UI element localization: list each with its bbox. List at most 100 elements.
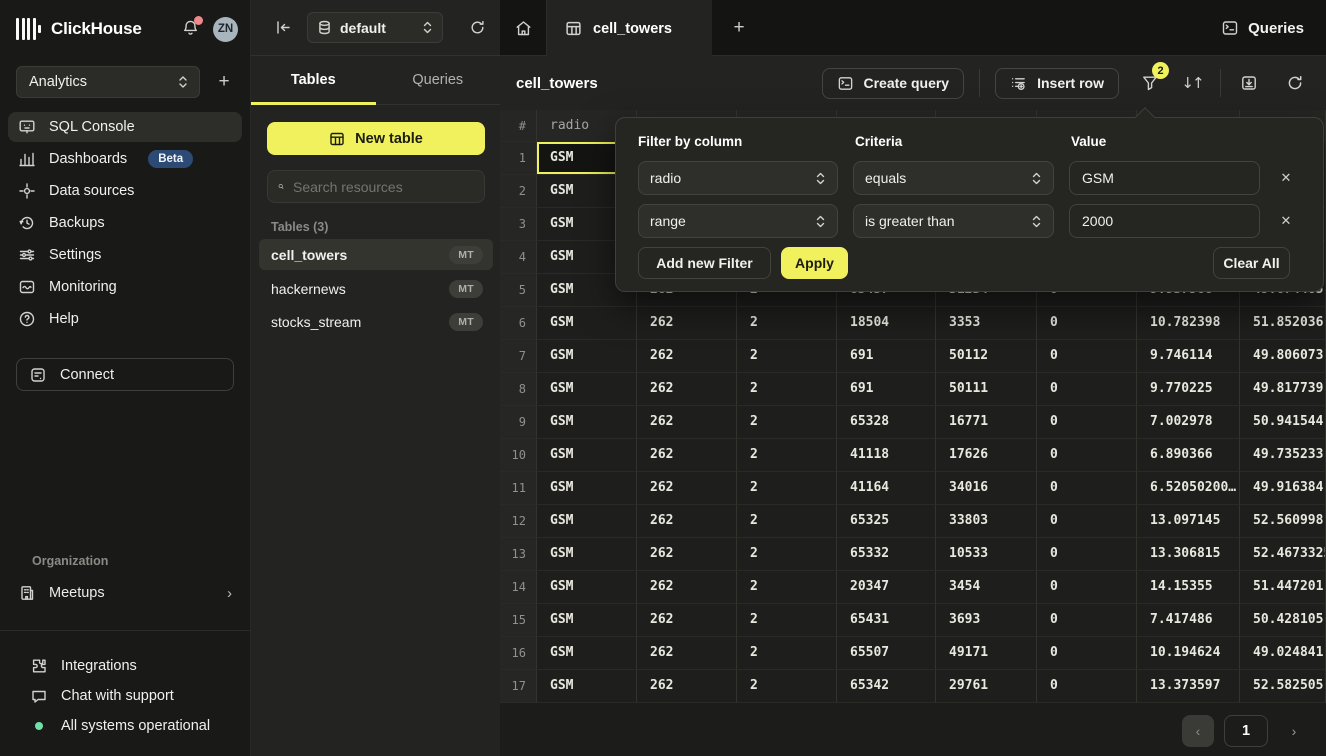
- table-cell[interactable]: GSM: [537, 340, 637, 373]
- table-cell[interactable]: 65431: [837, 604, 936, 637]
- table-cell[interactable]: 9.770225: [1137, 373, 1240, 406]
- table-cell[interactable]: 2: [737, 538, 837, 571]
- table-cell[interactable]: 262: [637, 373, 737, 406]
- database-select[interactable]: default: [307, 12, 443, 43]
- table-cell[interactable]: 2: [737, 571, 837, 604]
- table-cell[interactable]: 2: [737, 373, 837, 406]
- filter-button[interactable]: 2: [1137, 70, 1163, 96]
- table-cell[interactable]: 52.582505: [1240, 670, 1326, 703]
- table-list-item-cell-towers[interactable]: cell_towers MT: [259, 239, 493, 270]
- table-cell[interactable]: 3693: [936, 604, 1037, 637]
- table-cell[interactable]: 49.817739: [1240, 373, 1326, 406]
- table-cell[interactable]: 20347: [837, 571, 936, 604]
- table-cell[interactable]: 0: [1037, 340, 1137, 373]
- table-cell[interactable]: 262: [637, 472, 737, 505]
- table-cell[interactable]: 50.428105: [1240, 604, 1326, 637]
- table-cell[interactable]: 17626: [936, 439, 1037, 472]
- table-cell[interactable]: 2: [737, 637, 837, 670]
- table-cell[interactable]: 262: [637, 406, 737, 439]
- table-cell[interactable]: 50111: [936, 373, 1037, 406]
- table-cell[interactable]: 65507: [837, 637, 936, 670]
- table-cell[interactable]: 65332: [837, 538, 936, 571]
- add-filter-button[interactable]: Add new Filter: [638, 247, 771, 279]
- table-cell[interactable]: 691: [837, 340, 936, 373]
- table-cell[interactable]: 0: [1037, 637, 1137, 670]
- workspace-select[interactable]: Analytics: [16, 66, 200, 98]
- table-cell[interactable]: 262: [637, 538, 737, 571]
- table-cell[interactable]: GSM: [537, 571, 637, 604]
- table-cell[interactable]: 41164: [837, 472, 936, 505]
- home-button[interactable]: [500, 0, 547, 56]
- table-cell[interactable]: 14.15355: [1137, 571, 1240, 604]
- column-select[interactable]: range: [638, 204, 838, 238]
- table-cell[interactable]: 13.306815: [1137, 538, 1240, 571]
- sidebar-item-integrations[interactable]: Integrations: [30, 652, 242, 680]
- table-cell[interactable]: GSM: [537, 505, 637, 538]
- sidebar-item-settings[interactable]: Settings: [8, 240, 242, 270]
- table-cell[interactable]: 49171: [936, 637, 1037, 670]
- table-cell[interactable]: 13.097145: [1137, 505, 1240, 538]
- clear-all-button[interactable]: Clear All: [1213, 247, 1290, 279]
- table-cell[interactable]: GSM: [537, 406, 637, 439]
- table-cell[interactable]: 262: [637, 340, 737, 373]
- table-cell[interactable]: 7.002978: [1137, 406, 1240, 439]
- table-cell[interactable]: 9.746114: [1137, 340, 1240, 373]
- table-cell[interactable]: GSM: [537, 439, 637, 472]
- tab-tables[interactable]: Tables: [251, 56, 376, 104]
- insert-row-button[interactable]: Insert row: [995, 68, 1119, 99]
- table-cell[interactable]: GSM: [537, 604, 637, 637]
- connect-button[interactable]: Connect: [16, 358, 234, 391]
- value-input[interactable]: [1069, 161, 1260, 195]
- table-cell[interactable]: 0: [1037, 406, 1137, 439]
- table-cell[interactable]: GSM: [537, 472, 637, 505]
- previous-page-button[interactable]: ‹: [1182, 715, 1214, 747]
- table-cell[interactable]: 34016: [936, 472, 1037, 505]
- next-page-button[interactable]: ›: [1282, 715, 1306, 747]
- table-cell[interactable]: 6.890366: [1137, 439, 1240, 472]
- table-cell[interactable]: 262: [637, 307, 737, 340]
- table-cell[interactable]: 16771: [936, 406, 1037, 439]
- sidebar-item-dashboards[interactable]: Dashboards Beta: [8, 144, 242, 174]
- table-cell[interactable]: GSM: [537, 538, 637, 571]
- queries-button[interactable]: Queries: [1221, 14, 1304, 42]
- table-cell[interactable]: GSM: [537, 637, 637, 670]
- table-cell[interactable]: 49.806073: [1240, 340, 1326, 373]
- table-cell[interactable]: 52.4673325: [1240, 538, 1326, 571]
- table-cell[interactable]: 3454: [936, 571, 1037, 604]
- table-cell[interactable]: GSM: [537, 373, 637, 406]
- table-cell[interactable]: 49.024841: [1240, 637, 1326, 670]
- table-cell[interactable]: 2: [737, 340, 837, 373]
- table-cell[interactable]: 0: [1037, 439, 1137, 472]
- table-cell[interactable]: 2: [737, 472, 837, 505]
- sidebar-item-sql-console[interactable]: SQL Console: [8, 112, 242, 142]
- collapse-panel-icon[interactable]: [275, 19, 292, 36]
- table-cell[interactable]: 10.194624: [1137, 637, 1240, 670]
- table-cell[interactable]: 65328: [837, 406, 936, 439]
- table-cell[interactable]: 49.735233: [1240, 439, 1326, 472]
- table-cell[interactable]: 2: [737, 604, 837, 637]
- sidebar-item-data-sources[interactable]: Data sources: [8, 176, 242, 206]
- sidebar-item-chat-support[interactable]: Chat with support: [30, 682, 242, 710]
- table-cell[interactable]: 52.560998: [1240, 505, 1326, 538]
- table-cell[interactable]: 41118: [837, 439, 936, 472]
- criteria-select[interactable]: is greater than: [853, 204, 1054, 238]
- table-cell[interactable]: 0: [1037, 670, 1137, 703]
- table-cell[interactable]: 691: [837, 373, 936, 406]
- remove-filter-button[interactable]: ✕: [1271, 161, 1301, 195]
- table-cell[interactable]: 65342: [837, 670, 936, 703]
- table-cell[interactable]: 7.417486: [1137, 604, 1240, 637]
- table-cell[interactable]: 0: [1037, 373, 1137, 406]
- search-input[interactable]: [293, 179, 474, 195]
- table-cell[interactable]: 262: [637, 505, 737, 538]
- tab-cell-towers[interactable]: cell_towers: [547, 0, 712, 57]
- value-input[interactable]: [1069, 204, 1260, 238]
- table-cell[interactable]: 10533: [936, 538, 1037, 571]
- add-service-button[interactable]: +: [210, 68, 238, 96]
- table-list-item-stocks-stream[interactable]: stocks_stream MT: [259, 306, 493, 337]
- table-cell[interactable]: 33803: [936, 505, 1037, 538]
- apply-button[interactable]: Apply: [781, 247, 848, 279]
- table-cell[interactable]: GSM: [537, 307, 637, 340]
- table-cell[interactable]: 13.373597: [1137, 670, 1240, 703]
- table-cell[interactable]: 6.52050200…: [1137, 472, 1240, 505]
- table-cell[interactable]: 29761: [936, 670, 1037, 703]
